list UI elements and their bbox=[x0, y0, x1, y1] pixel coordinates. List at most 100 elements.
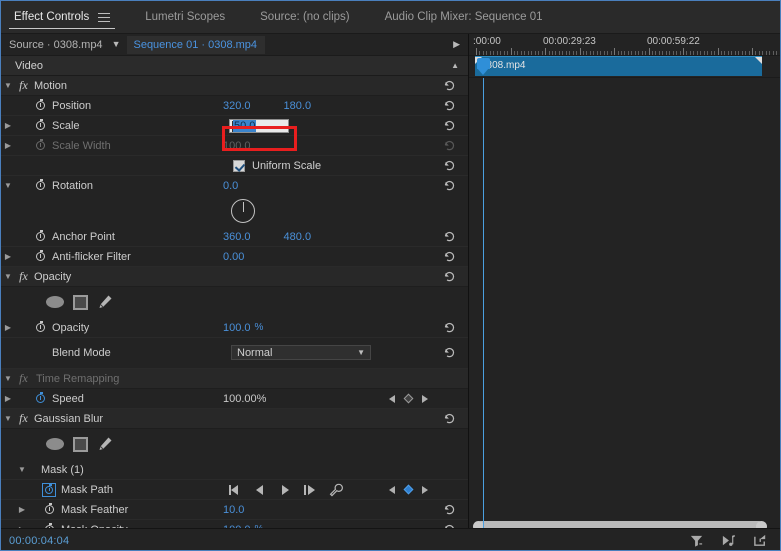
reset-icon[interactable] bbox=[443, 79, 456, 92]
step-back-icon[interactable] bbox=[229, 485, 241, 495]
reset-icon[interactable] bbox=[443, 412, 456, 425]
next-keyframe-icon[interactable] bbox=[422, 395, 428, 403]
tab-effect-controls[interactable]: Effect Controls bbox=[1, 1, 123, 34]
chevron-down-icon[interactable]: ▼ bbox=[1, 374, 15, 383]
param-value-y[interactable]: 480.0 bbox=[284, 231, 312, 243]
export-frame-icon[interactable] bbox=[753, 533, 768, 548]
prev-keyframe-icon[interactable] bbox=[389, 395, 395, 403]
blend-mode-select[interactable]: Normal ▼ bbox=[231, 345, 371, 360]
param-row-rotation[interactable]: ▼ Rotation 0.0 bbox=[1, 176, 468, 196]
stopwatch-icon[interactable] bbox=[41, 505, 57, 514]
chevron-right-icon[interactable]: ▶ bbox=[15, 505, 29, 514]
playhead-handle[interactable] bbox=[477, 58, 490, 69]
reset-icon[interactable] bbox=[443, 230, 456, 243]
chevron-right-icon[interactable]: ▶ bbox=[1, 141, 15, 150]
effect-row-opacity[interactable]: ▼ fx Opacity bbox=[1, 267, 468, 287]
chevron-down-icon[interactable]: ▼ bbox=[112, 40, 121, 49]
timeline-keyframe-area[interactable] bbox=[469, 78, 781, 528]
chevron-down-icon[interactable]: ▼ bbox=[1, 272, 15, 281]
play-arrow-icon[interactable]: ▶ bbox=[453, 39, 460, 50]
filter-icon[interactable] bbox=[689, 533, 704, 548]
playhead[interactable] bbox=[483, 78, 484, 528]
ellipse-mask-tool-icon[interactable] bbox=[46, 296, 64, 308]
param-row-uniform-scale[interactable]: Uniform Scale bbox=[1, 156, 468, 176]
pen-mask-tool-icon[interactable] bbox=[97, 436, 113, 452]
param-row-position[interactable]: Position 320.0 180.0 bbox=[1, 96, 468, 116]
stopwatch-icon[interactable] bbox=[32, 101, 48, 110]
tab-source[interactable]: Source: (no clips) bbox=[238, 1, 362, 34]
chevron-right-icon[interactable]: ▶ bbox=[1, 394, 15, 403]
param-value-y[interactable]: 180.0 bbox=[284, 100, 312, 112]
timeline-horizontal-scrollbar[interactable] bbox=[476, 521, 764, 528]
next-keyframe-icon[interactable] bbox=[422, 486, 428, 494]
param-row-mask-feather[interactable]: ▶ Mask Feather 10.0 bbox=[1, 500, 468, 520]
uniform-scale-checkbox[interactable] bbox=[233, 160, 245, 172]
play-backward-icon[interactable] bbox=[254, 485, 266, 495]
timeline-clip-bar[interactable]: 0308.mp4 bbox=[475, 56, 762, 76]
param-row-blend-mode[interactable]: Blend Mode Normal ▼ bbox=[1, 338, 468, 369]
param-value[interactable]: 0.00 bbox=[223, 251, 244, 263]
tab-lumetri-scopes[interactable]: Lumetri Scopes bbox=[123, 1, 238, 34]
tab-audio-clip-mixer[interactable]: Audio Clip Mixer: Sequence 01 bbox=[363, 1, 556, 34]
param-row-anchor-point[interactable]: Anchor Point 360.0 480.0 bbox=[1, 227, 468, 247]
mask-tracking-settings-icon[interactable] bbox=[329, 483, 343, 497]
timeline-track[interactable]: 0308.mp4 bbox=[469, 56, 781, 78]
timeline-ruler[interactable]: :00:00 00:00:29:23 00:00:59:22 bbox=[469, 34, 781, 56]
reset-icon[interactable] bbox=[443, 119, 456, 132]
reset-icon[interactable] bbox=[443, 270, 456, 283]
chevron-down-icon[interactable]: ▼ bbox=[1, 181, 15, 190]
param-row-mask-path[interactable]: Mask Path bbox=[1, 480, 468, 500]
chevron-down-icon[interactable]: ▼ bbox=[1, 81, 15, 90]
chevron-down-icon[interactable]: ▼ bbox=[1, 414, 15, 423]
effect-row-gaussian-blur[interactable]: ▼ fx Gaussian Blur bbox=[1, 409, 468, 429]
reset-icon[interactable] bbox=[443, 99, 456, 112]
scale-input[interactable]: 50.0 bbox=[229, 119, 289, 133]
effect-row-motion[interactable]: ▼ fx Motion bbox=[1, 76, 468, 96]
stopwatch-icon[interactable] bbox=[32, 232, 48, 241]
param-value[interactable]: 100.00% bbox=[223, 393, 266, 405]
prev-keyframe-icon[interactable] bbox=[389, 486, 395, 494]
chevron-right-icon[interactable]: ▶ bbox=[1, 323, 15, 332]
reset-icon[interactable] bbox=[443, 321, 456, 334]
chevron-down-icon[interactable]: ▼ bbox=[15, 465, 29, 474]
param-row-scale[interactable]: ▶ Scale 50.0 bbox=[1, 116, 468, 136]
add-keyframe-icon[interactable] bbox=[404, 394, 414, 404]
stopwatch-icon[interactable] bbox=[41, 483, 57, 497]
step-forward-icon[interactable] bbox=[304, 485, 316, 495]
rotation-dial-icon[interactable] bbox=[231, 199, 255, 223]
group-row-mask-1[interactable]: ▼ Mask (1) bbox=[1, 460, 468, 480]
stopwatch-icon[interactable] bbox=[32, 323, 48, 332]
param-row-speed[interactable]: ▶ Speed 100.00% bbox=[1, 389, 468, 409]
stopwatch-icon[interactable] bbox=[32, 252, 48, 261]
stopwatch-icon[interactable] bbox=[32, 394, 48, 403]
reset-icon[interactable] bbox=[443, 503, 456, 516]
pen-mask-tool-icon[interactable] bbox=[97, 294, 113, 310]
reset-icon[interactable] bbox=[443, 159, 456, 172]
chevron-up-icon[interactable]: ▲ bbox=[451, 61, 459, 70]
reset-icon[interactable] bbox=[443, 250, 456, 263]
reset-icon[interactable] bbox=[443, 347, 456, 360]
reset-icon[interactable] bbox=[443, 179, 456, 192]
add-keyframe-icon[interactable] bbox=[404, 485, 414, 495]
rectangle-mask-tool-icon[interactable] bbox=[73, 295, 88, 310]
stopwatch-icon[interactable] bbox=[32, 181, 48, 190]
param-value[interactable]: 100.0 bbox=[223, 322, 251, 334]
hamburger-menu-icon[interactable] bbox=[98, 13, 110, 22]
stopwatch-icon[interactable] bbox=[32, 121, 48, 130]
param-value[interactable]: 10.0 bbox=[223, 504, 244, 516]
effect-row-time-remapping[interactable]: ▼ fx Time Remapping bbox=[1, 369, 468, 389]
play-audio-icon[interactable] bbox=[721, 533, 736, 548]
video-section-header[interactable]: Video ▲ bbox=[1, 56, 468, 76]
param-value[interactable]: 0.0 bbox=[223, 180, 238, 192]
chevron-right-icon[interactable]: ▶ bbox=[1, 121, 15, 130]
sequence-clip-label[interactable]: Sequence 01 · 0308.mp4 bbox=[127, 36, 265, 54]
rectangle-mask-tool-icon[interactable] bbox=[73, 437, 88, 452]
play-forward-icon[interactable] bbox=[279, 485, 291, 495]
chevron-right-icon[interactable]: ▶ bbox=[1, 252, 15, 261]
param-row-opacity[interactable]: ▶ Opacity 100.0 % bbox=[1, 318, 468, 338]
param-value-x[interactable]: 320.0 bbox=[223, 100, 251, 112]
param-value-x[interactable]: 360.0 bbox=[223, 231, 251, 243]
param-row-mask-opacity[interactable]: ▶ Mask Opacity 100.0 % bbox=[1, 520, 468, 528]
ellipse-mask-tool-icon[interactable] bbox=[46, 438, 64, 450]
current-timecode[interactable]: 00:00:04:04 bbox=[9, 535, 69, 547]
